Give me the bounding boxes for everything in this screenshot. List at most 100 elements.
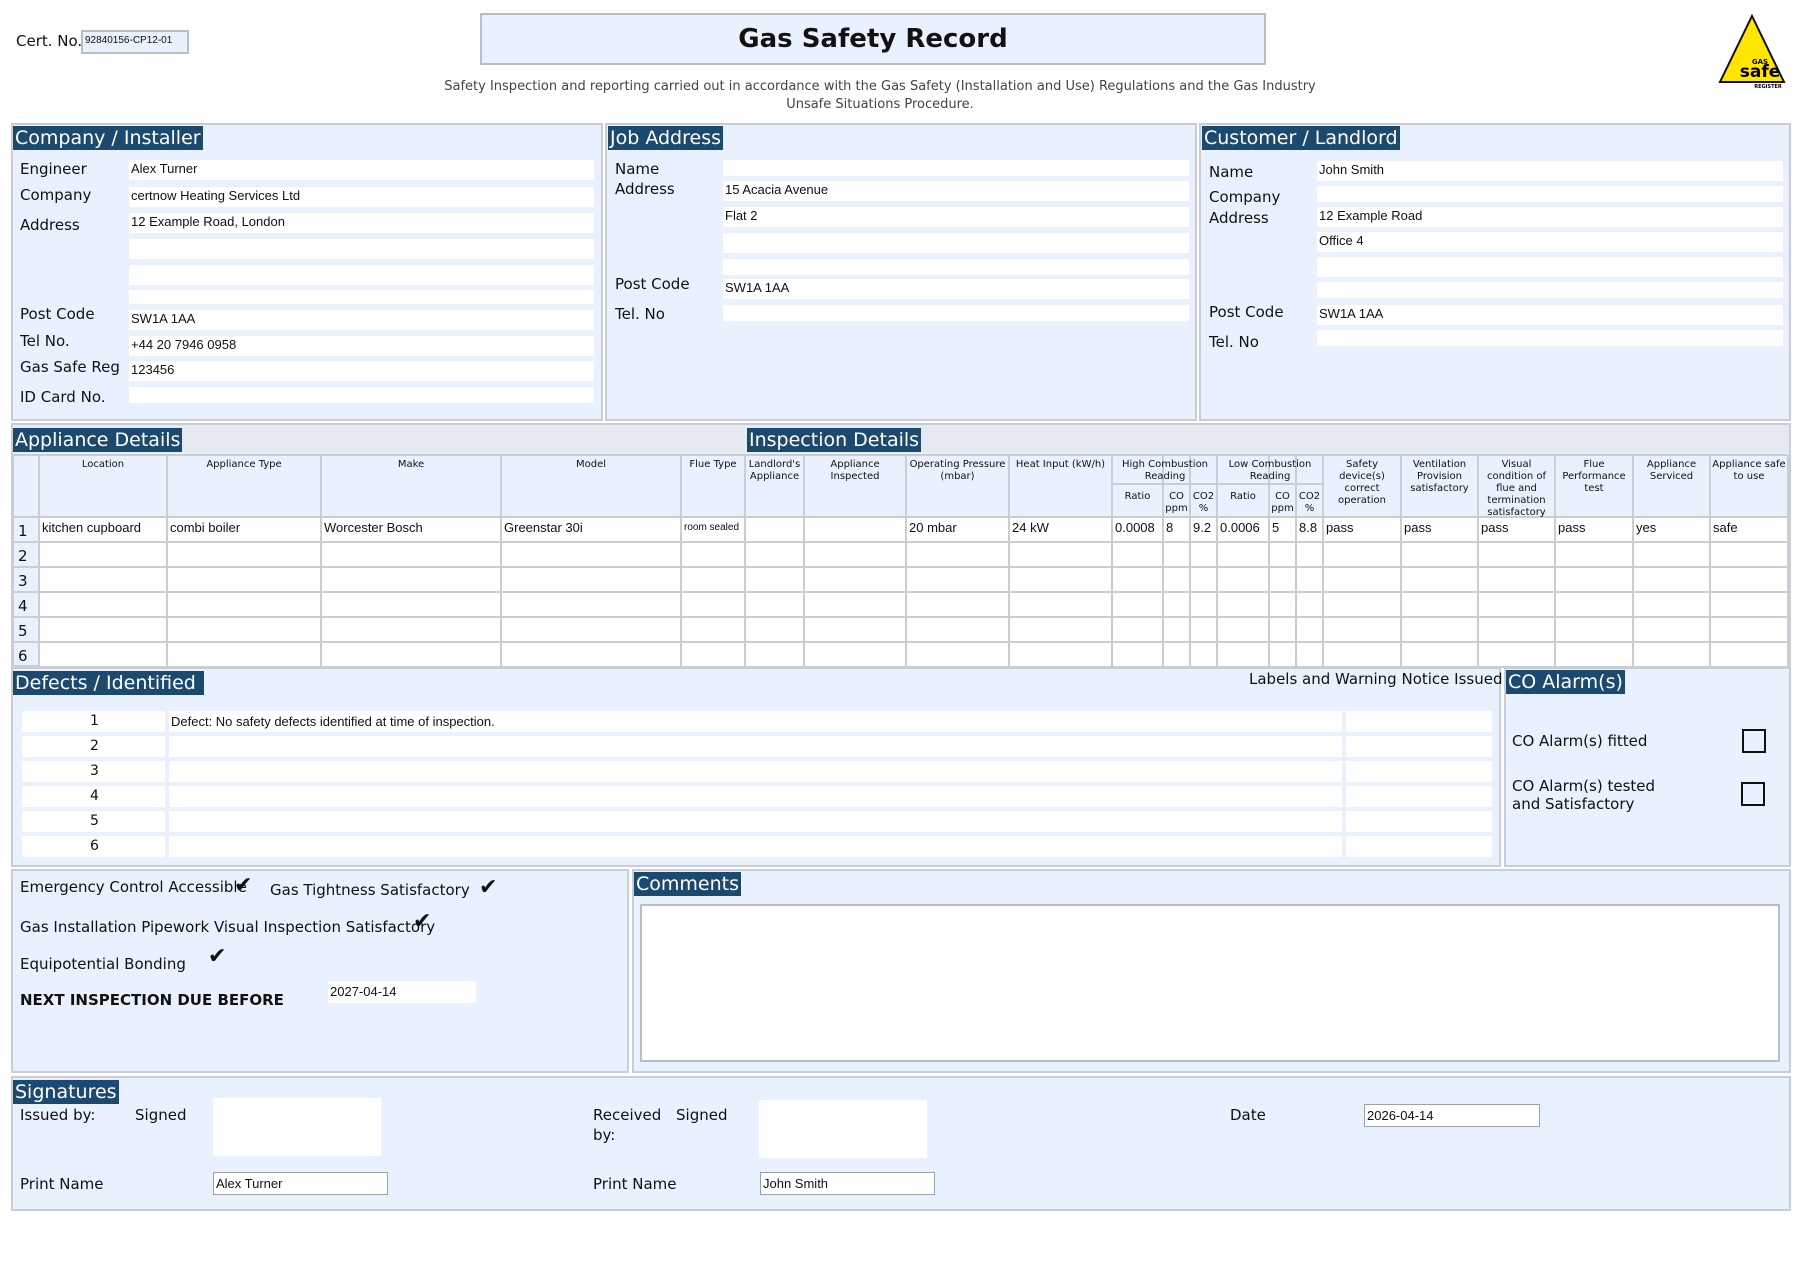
appliance-cell-flue[interactable] xyxy=(682,594,744,616)
appliance-cell-landlords[interactable] xyxy=(746,594,803,616)
appliance-cell-h_co2[interactable] xyxy=(1191,569,1216,591)
appliance-cell-l_co2[interactable] xyxy=(1297,644,1322,666)
appliance-cell-type[interactable]: combi boiler xyxy=(168,519,320,541)
appliance-cell-flueperf[interactable]: pass xyxy=(1556,519,1632,541)
appliance-cell-l_co2[interactable] xyxy=(1297,569,1322,591)
appliance-cell-flue[interactable]: room sealed xyxy=(682,519,744,541)
appliance-cell-make[interactable]: Worcester Bosch xyxy=(322,519,500,541)
appliance-cell-model[interactable] xyxy=(502,619,680,641)
appliance-cell-type[interactable] xyxy=(168,544,320,566)
appliance-cell-flueperf[interactable] xyxy=(1556,644,1632,666)
appliance-cell-l_ratio[interactable] xyxy=(1218,544,1268,566)
appliance-cell-pressure[interactable] xyxy=(907,644,1008,666)
appliance-cell-flueperf[interactable] xyxy=(1556,619,1632,641)
appliance-cell-model[interactable] xyxy=(502,644,680,666)
appliance-cell-l_ratio[interactable] xyxy=(1218,594,1268,616)
appliance-cell-l_co[interactable] xyxy=(1270,594,1295,616)
signature-date-field[interactable]: 2026-04-14 xyxy=(1364,1104,1540,1127)
appliance-cell-h_co2[interactable] xyxy=(1191,594,1216,616)
appliance-cell-inspected[interactable] xyxy=(805,644,905,666)
appliance-cell-flueperf[interactable] xyxy=(1556,594,1632,616)
appliance-cell-safety[interactable] xyxy=(1324,619,1400,641)
appliance-cell-h_co[interactable] xyxy=(1164,644,1189,666)
appliance-cell-safety[interactable]: pass xyxy=(1324,519,1400,541)
appliance-cell-visual[interactable] xyxy=(1479,569,1554,591)
appliance-cell-h_ratio[interactable] xyxy=(1113,619,1162,641)
appliance-cell-l_co[interactable] xyxy=(1270,569,1295,591)
appliance-cell-model[interactable] xyxy=(502,569,680,591)
appliance-cell-location[interactable] xyxy=(40,619,166,641)
appliance-cell-visual[interactable] xyxy=(1479,619,1554,641)
appliance-cell-landlords[interactable] xyxy=(746,569,803,591)
appliance-cell-location[interactable] xyxy=(40,644,166,666)
appliance-cell-serviced[interactable] xyxy=(1634,594,1709,616)
appliance-cell-ventilation[interactable] xyxy=(1402,594,1477,616)
comments-textarea[interactable] xyxy=(640,904,1780,1062)
emergency-control-check-icon[interactable]: ✔ xyxy=(234,875,252,897)
appliance-cell-pressure[interactable] xyxy=(907,544,1008,566)
appliance-cell-h_co[interactable] xyxy=(1164,594,1189,616)
appliance-cell-model[interactable]: Greenstar 30i xyxy=(502,519,680,541)
appliance-cell-type[interactable] xyxy=(168,594,320,616)
appliance-cell-h_ratio[interactable]: 0.0008 xyxy=(1113,519,1162,541)
appliance-cell-h_ratio[interactable] xyxy=(1113,644,1162,666)
issued-signature-box[interactable] xyxy=(213,1098,381,1156)
appliance-cell-flue[interactable] xyxy=(682,544,744,566)
appliance-cell-safe[interactable] xyxy=(1711,644,1787,666)
defect-text-field[interactable]: Defect: No safety defects identified at … xyxy=(169,711,1342,732)
appliance-cell-pressure[interactable] xyxy=(907,569,1008,591)
appliance-cell-ventilation[interactable] xyxy=(1402,569,1477,591)
appliance-cell-h_co2[interactable] xyxy=(1191,644,1216,666)
appliance-cell-location[interactable] xyxy=(40,569,166,591)
appliance-cell-l_ratio[interactable]: 0.0006 xyxy=(1218,519,1268,541)
appliance-cell-safety[interactable] xyxy=(1324,544,1400,566)
appliance-cell-flueperf[interactable] xyxy=(1556,544,1632,566)
appliance-cell-serviced[interactable] xyxy=(1634,619,1709,641)
defect-text-field[interactable] xyxy=(169,761,1342,782)
appliance-cell-l_co2[interactable]: 8.8 xyxy=(1297,519,1322,541)
appliance-cell-h_co2[interactable] xyxy=(1191,619,1216,641)
appliance-cell-type[interactable] xyxy=(168,644,320,666)
appliance-cell-heat[interactable] xyxy=(1010,594,1111,616)
appliance-cell-h_co[interactable] xyxy=(1164,619,1189,641)
appliance-cell-landlords[interactable] xyxy=(746,644,803,666)
appliance-cell-heat[interactable] xyxy=(1010,544,1111,566)
appliance-cell-safe[interactable] xyxy=(1711,569,1787,591)
appliance-cell-l_co[interactable] xyxy=(1270,544,1295,566)
appliance-cell-safety[interactable] xyxy=(1324,644,1400,666)
appliance-cell-serviced[interactable] xyxy=(1634,569,1709,591)
next-inspection-date-field[interactable]: 2027-04-14 xyxy=(328,981,476,1003)
appliance-cell-pressure[interactable] xyxy=(907,619,1008,641)
appliance-cell-l_co[interactable]: 5 xyxy=(1270,519,1295,541)
appliance-cell-inspected[interactable] xyxy=(805,594,905,616)
appliance-cell-h_ratio[interactable] xyxy=(1113,569,1162,591)
appliance-cell-location[interactable] xyxy=(40,544,166,566)
received-signature-box[interactable] xyxy=(759,1100,927,1158)
appliance-cell-h_co2[interactable]: 9.2 xyxy=(1191,519,1216,541)
appliance-cell-inspected[interactable] xyxy=(805,619,905,641)
appliance-cell-l_co[interactable] xyxy=(1270,644,1295,666)
co-alarm-fitted-checkbox[interactable] xyxy=(1742,729,1766,753)
appliance-cell-flue[interactable] xyxy=(682,569,744,591)
appliance-cell-l_co2[interactable] xyxy=(1297,544,1322,566)
appliance-cell-pressure[interactable]: 20 mbar xyxy=(907,519,1008,541)
appliance-cell-make[interactable] xyxy=(322,544,500,566)
defect-labels-issued-field[interactable] xyxy=(1346,761,1492,782)
appliance-cell-safety[interactable] xyxy=(1324,569,1400,591)
appliance-cell-visual[interactable] xyxy=(1479,544,1554,566)
appliance-cell-flue[interactable] xyxy=(682,619,744,641)
appliance-cell-h_co[interactable] xyxy=(1164,569,1189,591)
appliance-cell-flue[interactable] xyxy=(682,644,744,666)
appliance-cell-visual[interactable] xyxy=(1479,644,1554,666)
appliance-cell-inspected[interactable] xyxy=(805,544,905,566)
defect-labels-issued-field[interactable] xyxy=(1346,836,1492,857)
appliance-cell-heat[interactable]: 24 kW xyxy=(1010,519,1111,541)
received-print-name-field[interactable]: John Smith xyxy=(760,1172,935,1195)
appliance-cell-visual[interactable]: pass xyxy=(1479,519,1554,541)
appliance-cell-l_ratio[interactable] xyxy=(1218,644,1268,666)
appliance-cell-make[interactable] xyxy=(322,644,500,666)
appliance-cell-heat[interactable] xyxy=(1010,619,1111,641)
appliance-cell-location[interactable]: kitchen cupboard xyxy=(40,519,166,541)
appliance-cell-model[interactable] xyxy=(502,544,680,566)
appliance-cell-heat[interactable] xyxy=(1010,569,1111,591)
